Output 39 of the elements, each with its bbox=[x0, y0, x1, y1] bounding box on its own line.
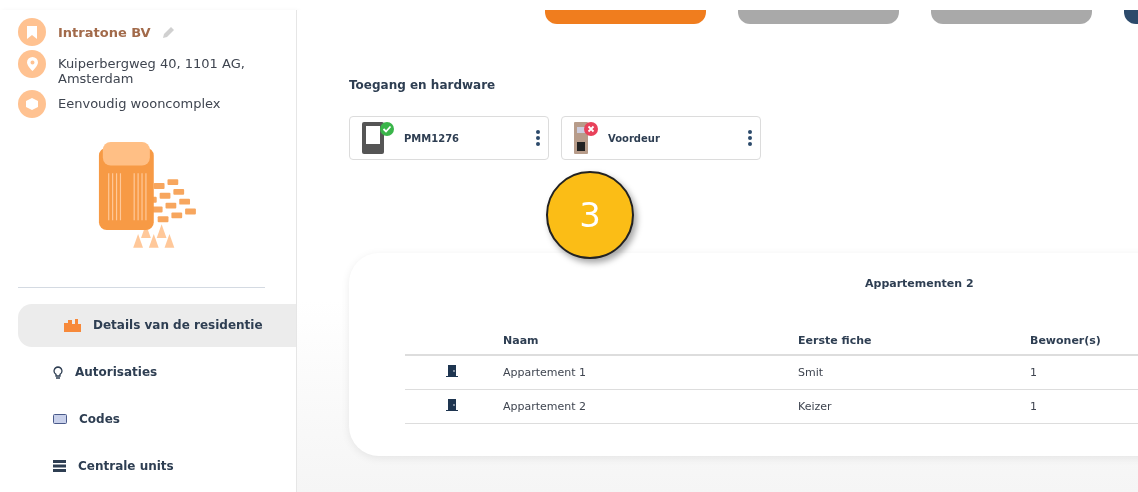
keyboard-icon bbox=[53, 414, 67, 425]
table-cell: Keizer bbox=[798, 389, 1030, 424]
table-cell: Smit bbox=[798, 355, 1030, 390]
table-cell: 1 bbox=[1030, 389, 1138, 424]
sidebar-item[interactable]: Autorisaties bbox=[18, 350, 296, 394]
table-cell: 1 bbox=[1030, 355, 1138, 390]
cross-icon bbox=[584, 122, 598, 136]
cube-icon bbox=[26, 98, 38, 110]
table-cell: Appartement 2 bbox=[503, 389, 798, 424]
intercom-panel-icon bbox=[362, 122, 384, 154]
step-number-badge: 3 bbox=[546, 171, 634, 259]
column-header: Bewoner(s) bbox=[1030, 326, 1138, 355]
device-name: PMM1276 bbox=[404, 132, 461, 144]
bookmark-icon bbox=[27, 25, 37, 39]
device-card[interactable]: PMM1276 bbox=[349, 116, 549, 160]
residence-name: Intratone BV bbox=[58, 24, 151, 40]
more-options-icon[interactable] bbox=[748, 130, 752, 146]
device-name: Voordeur bbox=[608, 132, 661, 144]
residence-type: Eenvoudig wooncomplex bbox=[58, 95, 222, 111]
sidebar-item[interactable]: Codes bbox=[18, 397, 296, 441]
door-keypad-icon bbox=[574, 122, 588, 154]
section-title: Toegang en hardware bbox=[349, 78, 497, 92]
sidebar-item[interactable]: Details van de residentie bbox=[18, 303, 296, 347]
sidebar-item[interactable]: Centrale units bbox=[18, 444, 296, 488]
column-header: Eerste fiche bbox=[798, 326, 1030, 355]
table-cell: Appartement 1 bbox=[503, 355, 798, 390]
check-icon bbox=[380, 122, 394, 136]
card-title: Appartementen 2 bbox=[865, 277, 975, 290]
lightbulb-icon bbox=[53, 365, 63, 379]
more-options-icon[interactable] bbox=[536, 130, 540, 146]
residence-address: Kuiperbergweg 40, 1101 AG, Amsterdam bbox=[58, 55, 246, 86]
location-pin-icon bbox=[26, 57, 38, 71]
pencil-icon[interactable] bbox=[162, 26, 175, 38]
device-card[interactable]: Voordeur bbox=[561, 116, 761, 160]
column-header: Naam bbox=[503, 326, 798, 355]
buildings-icon bbox=[64, 318, 81, 332]
server-icon bbox=[53, 460, 66, 473]
door-icon bbox=[445, 365, 459, 377]
door-icon bbox=[445, 399, 459, 411]
